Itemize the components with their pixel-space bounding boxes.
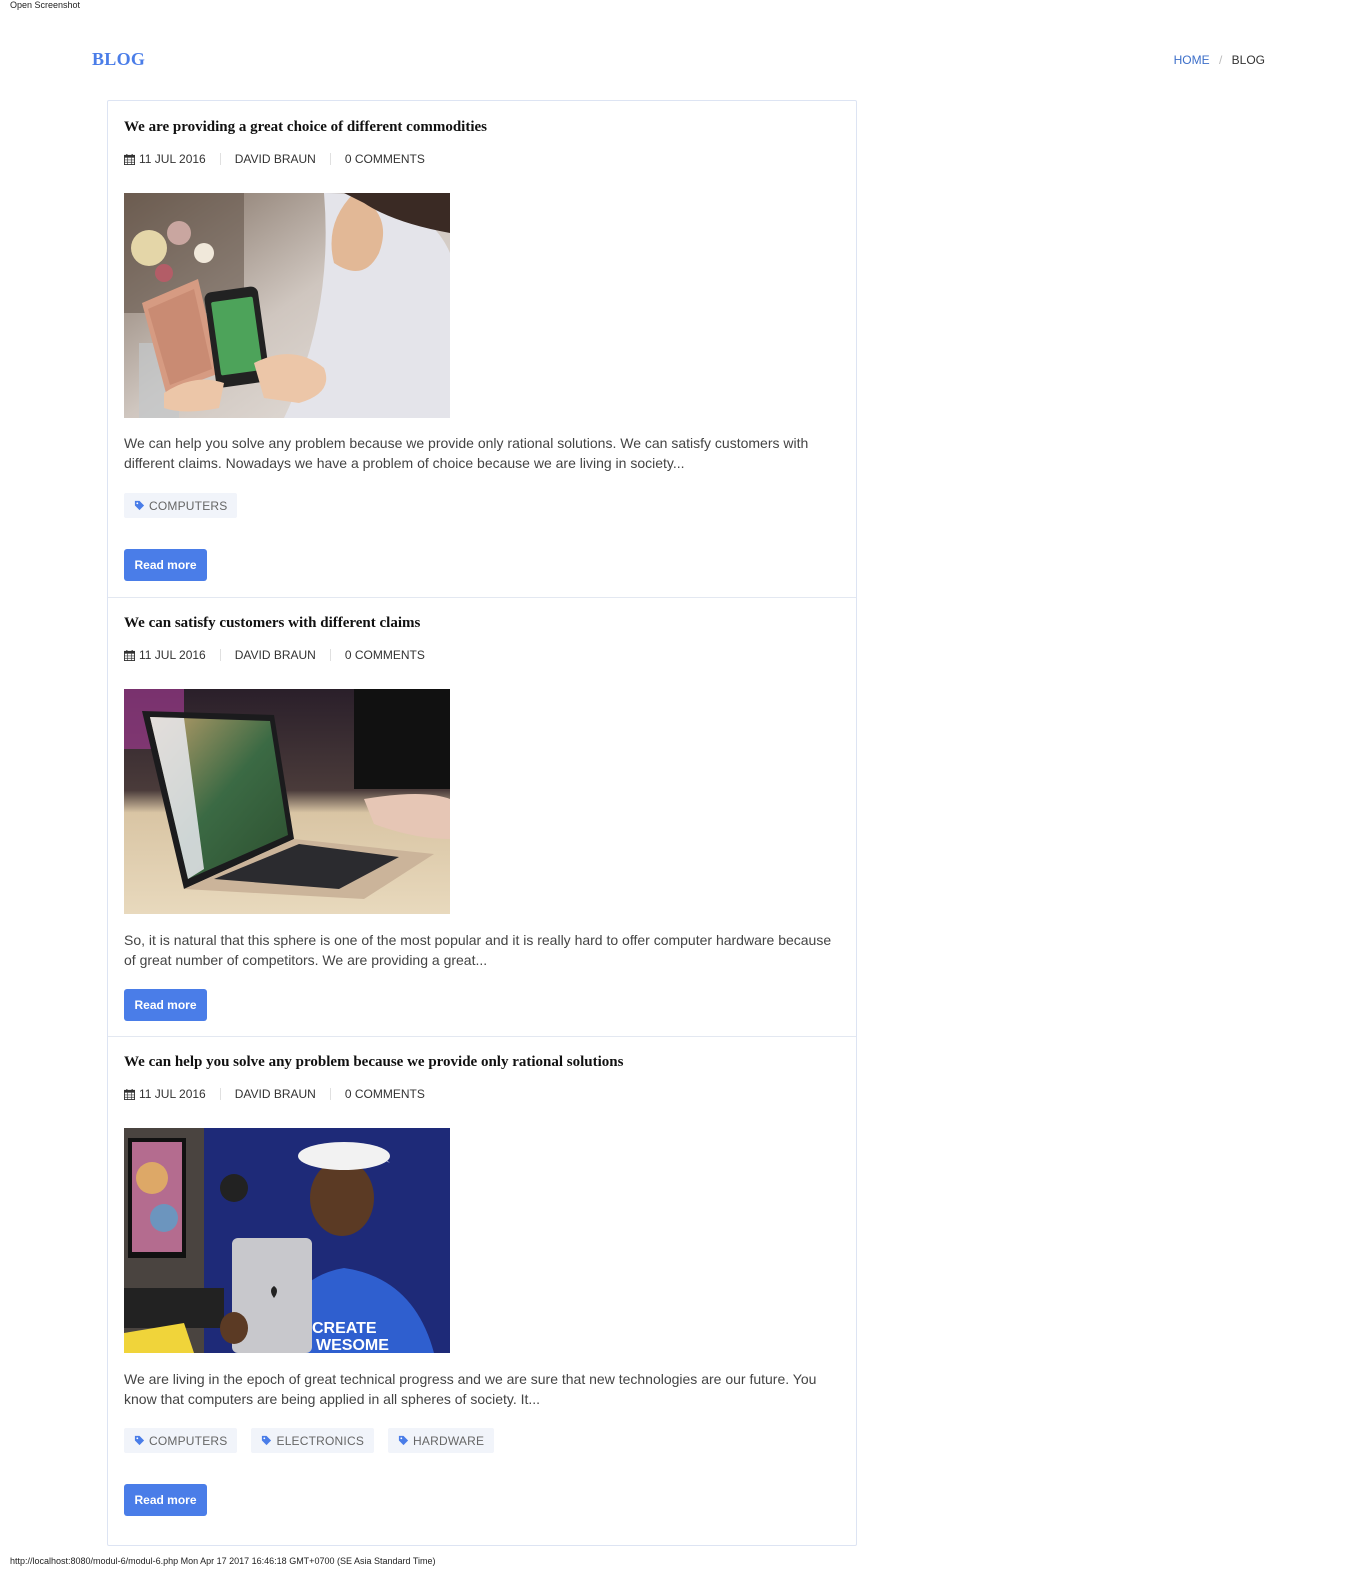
read-more-button[interactable]: Read more: [124, 549, 207, 581]
post-meta: 11 JUL 2016 DAVID BRAUN 0 COMMENTS: [124, 152, 425, 166]
post-excerpt: We are living in the epoch of great tech…: [124, 1371, 817, 1407]
post-comments-count[interactable]: 0 COMMENTS: [345, 1087, 425, 1101]
calendar-icon: [124, 649, 135, 661]
blog-post: We can satisfy customers with different …: [108, 597, 856, 1037]
post-image-tablet[interactable]: CREATE WESOME: [124, 1128, 450, 1353]
tag-icon: [134, 1435, 145, 1446]
post-date: 11 JUL 2016: [124, 1087, 206, 1101]
meta-divider: [219, 1088, 221, 1100]
blog-post: We can help you solve any problem becaus…: [108, 1036, 856, 1547]
breadcrumb-home-link[interactable]: HOME: [1174, 53, 1210, 67]
tag-computers[interactable]: COMPUTERS: [124, 493, 238, 518]
post-comments-count[interactable]: 0 COMMENTS: [345, 648, 425, 662]
meta-divider: [329, 153, 331, 165]
breadcrumb-current: BLOG: [1231, 53, 1265, 67]
tag-icon: [262, 1435, 272, 1446]
blog-post-list: We are providing a great choice of diffe…: [107, 100, 857, 1546]
post-author[interactable]: DAVID BRAUN: [235, 1087, 316, 1101]
post-author[interactable]: DAVID BRAUN: [235, 648, 316, 662]
meta-divider: [329, 649, 331, 661]
calendar-icon: [124, 1088, 135, 1100]
post-tags: COMPUTERS ELECTRONICS HARDWARE: [124, 1428, 495, 1453]
post-title[interactable]: We can help you solve any problem becaus…: [124, 1054, 624, 1071]
post-date: 11 JUL 2016: [124, 648, 206, 662]
read-more-button[interactable]: Read more: [124, 1484, 207, 1516]
post-author[interactable]: DAVID BRAUN: [235, 152, 316, 166]
tag-icon: [134, 500, 145, 511]
footer-caption: http://localhost:8080/modul-6/modul-6.ph…: [10, 1556, 436, 1566]
post-image-laptop[interactable]: [124, 689, 450, 914]
page-title: BLOG: [92, 49, 146, 69]
window-caption: Open Screenshot: [10, 0, 81, 10]
post-title[interactable]: We are providing a great choice of diffe…: [124, 119, 487, 136]
svg-text:CREATE: CREATE: [312, 1320, 377, 1337]
post-meta: 11 JUL 2016 DAVID BRAUN 0 COMMENTS: [124, 1087, 425, 1101]
post-image-phone[interactable]: [124, 193, 450, 418]
breadcrumb: HOME / BLOG: [1174, 53, 1265, 67]
calendar-icon: [124, 153, 135, 165]
meta-divider: [219, 649, 221, 661]
tag-electronics[interactable]: ELECTRONICS: [251, 1428, 375, 1453]
tag-icon: [398, 1435, 409, 1446]
meta-divider: [329, 1088, 331, 1100]
svg-text:WESOME: WESOME: [316, 1337, 389, 1353]
tag-hardware[interactable]: HARDWARE: [388, 1428, 495, 1453]
post-tags: COMPUTERS: [124, 493, 238, 518]
post-excerpt: So, it is natural that this sphere is on…: [124, 932, 832, 968]
tag-computers[interactable]: COMPUTERS: [124, 1428, 238, 1453]
read-more-button[interactable]: Read more: [124, 989, 207, 1021]
post-date: 11 JUL 2016: [124, 152, 206, 166]
post-excerpt: We can help you solve any problem becaus…: [124, 435, 809, 471]
breadcrumb-separator: /: [1218, 53, 1223, 67]
post-meta: 11 JUL 2016 DAVID BRAUN 0 COMMENTS: [124, 648, 425, 662]
post-title[interactable]: We can satisfy customers with different …: [124, 615, 420, 632]
blog-post: We are providing a great choice of diffe…: [108, 101, 856, 597]
meta-divider: [219, 153, 221, 165]
post-comments-count[interactable]: 0 COMMENTS: [345, 152, 425, 166]
